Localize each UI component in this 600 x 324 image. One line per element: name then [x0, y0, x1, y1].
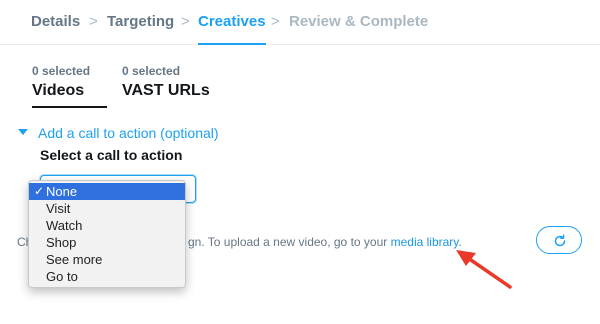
videos-tab-label: Videos	[32, 82, 85, 99]
step-details[interactable]: Details	[31, 0, 80, 44]
call-to-action-dropdown-menu: ✓ None Visit Watch Shop See more Go to	[28, 180, 186, 288]
vast-urls-selected-count: 0 selected	[122, 64, 181, 78]
helper-text-body: gn. To upload a new video, go to your	[188, 235, 391, 249]
campaign-creatives-page: Details > Targeting > Creatives > Review…	[0, 0, 600, 324]
chevron-right-icon: >	[181, 13, 190, 30]
cta-option-label: See more	[46, 252, 103, 267]
vast-urls-tab-label: VAST URLs	[122, 82, 210, 99]
cta-option-shop[interactable]: Shop	[29, 234, 185, 251]
checkmark-icon: ✓	[34, 184, 45, 198]
cta-option-label: Shop	[46, 235, 77, 250]
select-call-to-action-heading: Select a call to action	[40, 147, 183, 163]
refresh-icon	[554, 234, 566, 247]
cta-option-see-more[interactable]: See more	[29, 251, 185, 268]
media-library-link[interactable]: media library	[391, 235, 459, 249]
add-call-to-action-label: Add a call to action (optional)	[38, 125, 219, 141]
cta-option-watch[interactable]: Watch	[29, 217, 185, 234]
step-review-complete[interactable]: Review & Complete	[289, 0, 428, 44]
step-creatives[interactable]: Creatives	[198, 0, 266, 45]
cta-option-go-to[interactable]: Go to	[29, 268, 185, 285]
cta-option-label: None	[46, 184, 78, 199]
chevron-right-icon: >	[89, 13, 98, 30]
helper-text: gn. To upload a new video, go to your me…	[188, 234, 462, 250]
tab-videos[interactable]: 0 selected Videos	[32, 62, 107, 108]
add-call-to-action-toggle[interactable]: Add a call to action (optional)	[18, 124, 219, 142]
refresh-button[interactable]	[536, 226, 582, 254]
cta-option-none[interactable]: ✓ None	[29, 183, 185, 200]
chevron-right-icon: >	[271, 13, 280, 30]
step-targeting[interactable]: Targeting	[107, 0, 174, 44]
cta-option-label: Watch	[46, 218, 83, 233]
videos-selected-count: 0 selected	[32, 64, 91, 78]
tab-vast-urls[interactable]: 0 selected VAST URLs	[122, 62, 222, 108]
caret-down-icon	[18, 129, 28, 136]
cta-option-label: Go to	[46, 269, 78, 284]
cta-option-label: Visit	[46, 201, 71, 216]
campaign-stepper: Details > Targeting > Creatives > Review…	[0, 0, 600, 45]
annotation-arrow-icon	[456, 250, 512, 289]
cta-option-visit[interactable]: Visit	[29, 200, 185, 217]
